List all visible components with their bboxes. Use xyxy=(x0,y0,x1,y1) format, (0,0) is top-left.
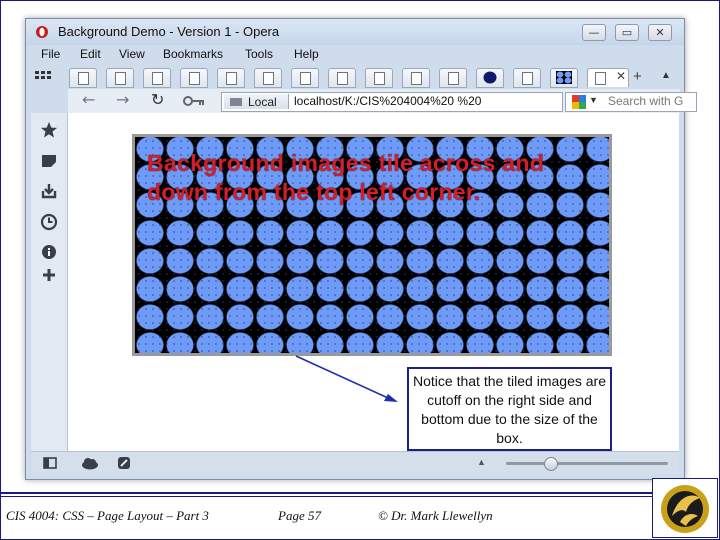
tab[interactable] xyxy=(476,68,504,88)
speed-dial-icon[interactable] xyxy=(117,456,131,470)
zoom-slider[interactable] xyxy=(506,462,668,465)
minimize-button[interactable]: — xyxy=(582,24,606,41)
tab[interactable] xyxy=(180,68,208,88)
forward-button[interactable]: → xyxy=(116,90,129,109)
menu-help[interactable]: Help xyxy=(294,47,319,61)
ucf-pegasus-logo-icon xyxy=(652,478,718,538)
dark-circle-icon xyxy=(483,71,497,84)
url-bar[interactable]: Local localhost/K:/CIS%204004%20 %20 xyxy=(221,92,563,112)
tab[interactable] xyxy=(254,68,282,88)
computer-icon xyxy=(230,98,242,106)
menu-tools[interactable]: Tools xyxy=(245,47,273,61)
page-icon xyxy=(78,72,89,85)
zoom-menu-icon[interactable]: ▲ xyxy=(477,457,486,467)
tab[interactable] xyxy=(106,68,134,88)
window-title: Background Demo - Version 1 - Opera xyxy=(58,24,280,39)
search-input[interactable]: ▼ Search with G xyxy=(565,92,697,112)
tab[interactable] xyxy=(217,68,245,88)
zoom-slider-handle[interactable] xyxy=(544,457,559,471)
tab[interactable] xyxy=(439,68,467,88)
tab-bar: ✕ + ▲ xyxy=(31,64,679,88)
tiled-background-box: Background images tile across and down f… xyxy=(132,134,612,356)
active-tab[interactable]: ✕ xyxy=(587,68,629,87)
menu-file[interactable]: File xyxy=(41,47,60,61)
tab[interactable] xyxy=(402,68,430,88)
page-icon xyxy=(522,72,533,85)
tab[interactable] xyxy=(550,68,578,88)
title-bar[interactable]: Background Demo - Version 1 - Opera — ▭ … xyxy=(26,19,684,45)
page-icon xyxy=(189,72,200,85)
page-icon xyxy=(115,72,126,85)
opera-logo-icon xyxy=(36,26,48,38)
security-label: Local xyxy=(248,95,277,109)
page-icon xyxy=(337,72,348,85)
page-icon xyxy=(152,72,163,85)
google-icon xyxy=(572,95,586,109)
tab[interactable] xyxy=(365,68,393,88)
key-icon[interactable] xyxy=(183,95,205,107)
side-panel xyxy=(31,113,68,451)
tab[interactable] xyxy=(328,68,356,88)
tab[interactable] xyxy=(513,68,541,88)
address-toolbar: ← → ↻ Local localhost/K:/CIS%204004%20 %… xyxy=(68,89,697,113)
downloads-icon[interactable] xyxy=(40,182,58,200)
history-icon[interactable] xyxy=(40,213,58,231)
tab[interactable] xyxy=(69,68,97,88)
page-viewport: Background images tile across and down f… xyxy=(68,113,679,451)
tab-menu-icon[interactable] xyxy=(35,70,51,84)
page-icon xyxy=(263,72,274,85)
page-icon xyxy=(595,72,606,85)
tab-close-icon[interactable]: ✕ xyxy=(616,69,626,83)
footer-page-number: Page 57 xyxy=(278,508,321,523)
menu-edit[interactable]: Edit xyxy=(80,47,101,61)
star-icon[interactable] xyxy=(40,121,58,139)
page-icon xyxy=(411,72,422,85)
notes-icon[interactable] xyxy=(40,152,58,170)
page-icon xyxy=(448,72,459,85)
menu-view[interactable]: View xyxy=(119,47,145,61)
footer-rule xyxy=(0,492,652,494)
demo-text: Background images tile across and down f… xyxy=(147,150,545,205)
new-tab-button[interactable]: + xyxy=(633,68,642,85)
tab[interactable] xyxy=(291,68,319,88)
search-engine-dropdown-icon[interactable]: ▼ xyxy=(589,95,598,105)
maximize-button[interactable]: ▭ xyxy=(615,24,639,41)
tiled-preview-icon xyxy=(556,71,572,84)
page-icon xyxy=(300,72,311,85)
browser-window: Background Demo - Version 1 - Opera — ▭ … xyxy=(25,18,697,480)
footer-author: © Dr. Mark Llewellyn xyxy=(378,508,493,523)
tab-scroll-arrow-icon[interactable]: ▲ xyxy=(661,70,671,81)
menu-bar: File Edit View Bookmarks Tools Help xyxy=(26,45,684,65)
tab[interactable] xyxy=(143,68,171,88)
callout-box: Notice that the tiled images are cutoff … xyxy=(407,367,612,451)
panel-toggle-icon[interactable] xyxy=(43,456,57,470)
page-icon xyxy=(226,72,237,85)
cloud-icon[interactable] xyxy=(81,456,99,470)
footer-course: CIS 4004: CSS – Page Layout – Part 3 xyxy=(6,508,209,523)
url-text[interactable]: localhost/K:/CIS%204004%20 %20 xyxy=(294,93,481,110)
page-icon xyxy=(374,72,385,85)
add-panel-icon[interactable] xyxy=(40,266,58,284)
info-icon[interactable] xyxy=(40,243,58,261)
status-bar: ▲ xyxy=(31,451,679,474)
reload-button[interactable]: ↻ xyxy=(151,90,164,109)
security-badge[interactable]: Local xyxy=(224,94,289,109)
footer-rule-thin xyxy=(0,496,652,497)
menu-bookmarks[interactable]: Bookmarks xyxy=(163,47,223,61)
close-button[interactable]: ✕ xyxy=(648,24,672,41)
back-button[interactable]: ← xyxy=(82,90,95,109)
callout-text: Notice that the tiled images are cutoff … xyxy=(413,373,606,446)
search-placeholder: Search with G xyxy=(608,94,684,108)
